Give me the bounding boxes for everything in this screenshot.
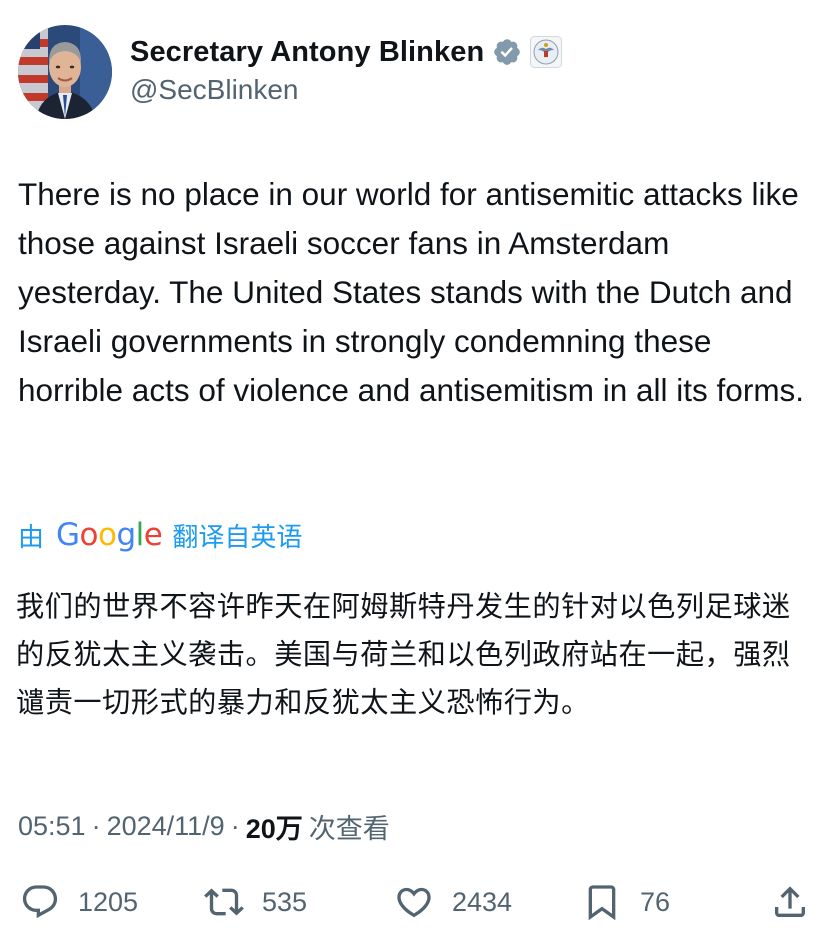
google-logo: Google [56,517,163,553]
state-department-seal-icon[interactable] [530,36,563,68]
meta-separator: · [230,810,240,841]
tweet-card: Secretary Antony Blinken @SecBlinken The… [0,0,828,942]
bookmark-icon [582,882,622,922]
like-button[interactable]: 2434 [394,880,512,924]
translation-suffix: 翻译自英语 [172,521,303,552]
repost-count: 535 [262,886,308,917]
author-name-row: Secretary Antony Blinken [130,32,563,72]
like-count: 2434 [452,886,513,917]
post-time[interactable]: 05:51 [18,811,86,842]
avatar[interactable] [18,25,112,119]
meta-separator: · [91,810,101,841]
bookmark-button[interactable]: 76 [582,880,670,924]
heart-icon [394,882,434,922]
repost-icon [204,882,244,922]
translated-text: 我们的世界不容许昨天在阿姆斯特丹发生的针对以色列足球迷的反犹太主义袭击。美国与荷… [16,590,791,719]
views-count: 20万 [245,813,303,844]
repost-button[interactable]: 535 [204,880,307,924]
post-date[interactable]: 2024/11/9 [107,811,225,842]
avatar-image [18,25,112,119]
author-handle[interactable]: @SecBlinken [130,74,299,106]
share-icon [770,882,810,922]
translation-attribution[interactable]: 由 Google 翻译自英语 [18,515,302,555]
author-display-name[interactable]: Secretary Antony Blinken [130,36,484,69]
reply-button[interactable]: 1205 [20,880,138,924]
reply-count: 1205 [78,886,139,917]
bookmark-count: 76 [640,886,671,917]
tweet-meta: 05:51 · 2024/11/9 · 20万 次查看 [18,806,390,846]
verified-badge-icon[interactable] [492,37,522,67]
translation-prefix: 由 [18,521,45,552]
views-label: 次查看 [308,813,390,844]
share-button[interactable] [770,880,810,924]
reply-icon [20,882,60,922]
tweet-text: There is no place in our world for antis… [18,176,805,408]
